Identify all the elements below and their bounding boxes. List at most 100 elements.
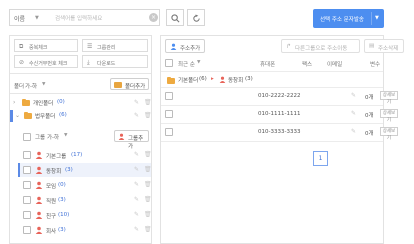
person-icon [35, 196, 43, 204]
group-manage-button[interactable]: ☰ 그룹관리 [82, 39, 148, 52]
row-checkbox[interactable] [165, 92, 173, 100]
detail-button[interactable]: 상세보기 [380, 91, 398, 105]
chevron-down-icon[interactable]: ▼ [64, 133, 67, 138]
chevron-down-icon[interactable]: ⌄ [15, 112, 20, 119]
chevron-down-icon[interactable]: ▼ [375, 15, 379, 21]
copy-icon: ⧉ [19, 43, 24, 50]
breadcrumb-group-count: (3) [245, 76, 253, 82]
group-sort-label: 그룹 [35, 135, 46, 141]
group-checkbox[interactable] [23, 166, 31, 174]
group-checkbox[interactable] [23, 226, 31, 234]
delete-icon[interactable]: 🗑 [144, 211, 152, 218]
edit-icon[interactable]: ✎ [134, 112, 139, 119]
group-item[interactable]: 회사 (3) ✎ 🗑 [20, 223, 152, 237]
delete-icon[interactable]: 🗑 [144, 112, 152, 119]
duplicate-check-button[interactable]: ⧉ 중복체크 [14, 39, 78, 52]
row-vars: 0개 [365, 95, 374, 101]
person-icon [35, 211, 43, 219]
download-icon: ⤓ [87, 59, 90, 66]
button-label: 주소추가 [180, 45, 201, 52]
chevron-down-icon[interactable]: ▼ [197, 60, 200, 65]
right-panel: 주소추가 ↱ 다른그룹으로 주소이동 ▤ 주소삭제 최근 순 ▼ 휴대폰 팩스 … [160, 35, 404, 244]
delete-icon[interactable]: 🗑 [144, 151, 152, 158]
delete-icon[interactable]: 🗑 [144, 99, 152, 106]
edit-icon[interactable]: ✎ [134, 211, 139, 218]
reject-number-check-button[interactable]: ⊘ 수신거부번호 체크 [14, 55, 78, 68]
group-sort-select[interactable]: 가-하 [47, 133, 59, 141]
delete-icon[interactable]: 🗑 [144, 226, 152, 233]
edit-icon[interactable]: ✎ [134, 99, 139, 106]
group-count: (3) [65, 166, 73, 173]
group-checkbox[interactable] [23, 181, 31, 189]
group-item[interactable]: 직원 (3) ✎ 🗑 [20, 193, 152, 207]
delete-icon[interactable]: 🗑 [144, 196, 152, 203]
edit-icon[interactable]: ✎ [134, 226, 139, 233]
folder-count: (6) [59, 112, 67, 118]
button-label: 주소삭제 [378, 45, 399, 52]
send-sms-label: 선택 주소 문자발송 [320, 17, 364, 23]
folder-icon [114, 82, 122, 88]
person-icon [35, 181, 43, 189]
group-select-all-checkbox[interactable] [23, 133, 31, 141]
delete-icon[interactable]: 🗑 [144, 166, 152, 173]
folder-count: (0) [57, 99, 65, 105]
column-email: 이메일 [327, 62, 343, 68]
search-field-select[interactable]: 이름 [14, 14, 25, 23]
folder-add-button[interactable]: 폴더추가 [110, 78, 149, 90]
button-label: 폴더추가 [125, 83, 146, 90]
select-all-checkbox[interactable] [165, 59, 173, 67]
pagination-page-1[interactable]: 1 [313, 151, 328, 166]
group-item-selected[interactable]: 동창회 (3) ✎ 🗑 [20, 163, 152, 177]
edit-icon[interactable]: ✎ [134, 166, 139, 173]
row-vars: 0개 [365, 131, 374, 137]
folder-icon [167, 76, 175, 84]
edit-icon[interactable]: ✎ [134, 181, 139, 188]
chevron-down-icon[interactable]: ▼ [35, 15, 39, 21]
edit-icon[interactable]: ✎ [134, 196, 139, 203]
edit-icon[interactable]: ✎ [351, 128, 356, 135]
person-icon [219, 76, 226, 83]
move-group-button[interactable]: ↱ 다른그룹으로 주소이동 [281, 39, 360, 53]
group-checkbox[interactable] [23, 211, 31, 219]
folder-name: 법무폴더 [35, 114, 56, 120]
group-checkbox[interactable] [23, 151, 31, 159]
download-button[interactable]: ⤓ 다운로드 [82, 55, 148, 68]
delete-address-button[interactable]: ▤ 주소삭제 [364, 39, 404, 53]
group-checkbox[interactable] [23, 196, 31, 204]
group-count: (0) [58, 181, 66, 188]
arrow-right-icon: ▸ [211, 76, 214, 82]
folder-item-personal[interactable]: › 개인폴더 (0) ✎ 🗑 [10, 97, 152, 109]
group-item[interactable]: 친구 (10) ✎ 🗑 [20, 208, 152, 222]
folder-item-legal[interactable]: ⌄ 법무폴더 (6) ✎ 🗑 [10, 110, 152, 122]
group-item[interactable]: 모임 (0) ✎ 🗑 [20, 178, 152, 192]
row-checkbox[interactable] [165, 110, 173, 118]
table-row[interactable]: 010-1111-1111 ✎ 0개 상세보기 [161, 106, 398, 123]
group-item[interactable]: 기본그룹 (17) ✎ 🗑 [20, 148, 152, 162]
table-row[interactable]: 010-2222-2222 ✎ 0개 상세보기 [161, 88, 398, 105]
edit-icon[interactable]: ✎ [134, 151, 139, 158]
search-input[interactable]: 검색어를 입력하세요 [55, 14, 102, 22]
send-sms-button[interactable]: 선택 주소 문자발송 ▼ [313, 9, 384, 28]
table-row[interactable]: 010-3333-3333 ✎ 0개 상세보기 [161, 124, 398, 141]
search-button[interactable] [166, 9, 184, 26]
divider [10, 93, 151, 94]
button-label: 다른그룹으로 주소이동 [295, 45, 348, 52]
chevron-down-icon[interactable]: ▼ [42, 82, 45, 87]
row-checkbox[interactable] [165, 128, 173, 136]
sort-select[interactable]: 최근 순 [178, 60, 195, 68]
chevron-right-icon[interactable]: › [13, 99, 15, 106]
button-label: 중복체크 [29, 44, 48, 51]
clear-icon[interactable]: × [149, 13, 158, 22]
add-address-button[interactable]: 주소추가 [165, 39, 205, 53]
group-count: (3) [58, 196, 66, 203]
group-add-button[interactable]: 그룹추가 [114, 130, 149, 150]
reset-button[interactable] [187, 9, 205, 26]
person-icon [35, 166, 43, 174]
folder-sort-select[interactable]: 가-하 [25, 82, 37, 90]
left-panel: ⧉ 중복체크 ☰ 그룹관리 ⊘ 수신거부번호 체크 ⤓ 다운로드 폴더 가-하 … [9, 35, 152, 244]
detail-button[interactable]: 상세보기 [380, 109, 398, 123]
detail-button[interactable]: 상세보기 [380, 127, 398, 141]
edit-icon[interactable]: ✎ [351, 92, 356, 99]
edit-icon[interactable]: ✎ [351, 110, 356, 117]
delete-icon[interactable]: 🗑 [144, 181, 152, 188]
